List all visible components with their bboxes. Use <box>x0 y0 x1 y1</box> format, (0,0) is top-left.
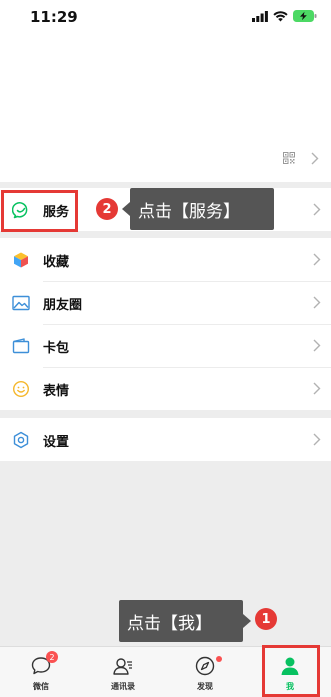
menu-label-stickers: 表情 <box>43 384 70 399</box>
status-time: 11:29 <box>30 8 78 26</box>
step-1-badge: 1 <box>255 608 277 630</box>
tab-label-contacts: 通讯录 <box>111 682 135 691</box>
menu-item-card-wallet[interactable]: 卡包 <box>0 324 331 367</box>
card-wallet-icon <box>12 338 30 354</box>
notification-dot <box>216 656 222 662</box>
chevron-right-icon <box>311 152 319 165</box>
menu-item-stickers[interactable]: 表情 <box>0 367 331 410</box>
chevron-right-icon <box>313 253 321 266</box>
menu-label-favorites: 收藏 <box>43 255 70 270</box>
battery-charging-icon <box>293 10 317 22</box>
tab-label-chats: 微信 <box>33 682 49 691</box>
compass-icon <box>195 656 215 676</box>
menu-label-settings: 设置 <box>43 435 70 450</box>
menu-item-settings[interactable]: 设置 <box>0 418 331 461</box>
step-1-callout-text: 点击【我】 <box>127 613 212 634</box>
tab-label-discover: 发现 <box>197 682 213 691</box>
moments-icon <box>12 295 30 311</box>
callout-arrow <box>122 202 130 216</box>
contacts-icon <box>113 658 132 675</box>
signal-icon <box>252 10 268 22</box>
chevron-right-icon <box>313 296 321 309</box>
menu-item-favorites[interactable]: 收藏 <box>0 238 331 281</box>
step-2-callout: 点击【服务】 <box>122 188 274 230</box>
callout-arrow <box>243 614 251 628</box>
services-highlight-box <box>1 190 78 232</box>
settings-group: 设置 <box>0 418 331 461</box>
profile-area[interactable] <box>0 36 331 182</box>
tab-contacts[interactable]: 通讯录 <box>82 647 164 697</box>
chevron-right-icon <box>313 203 321 216</box>
status-icons <box>252 10 317 22</box>
menu-label-card-wallet: 卡包 <box>43 341 70 356</box>
menu-label-moments: 朋友圈 <box>43 298 83 313</box>
status-bar: 11:29 <box>0 0 331 36</box>
tab-discover[interactable]: 发现 <box>164 647 246 697</box>
tab-chats[interactable]: 2 微信 <box>0 647 82 697</box>
qr-code-icon[interactable] <box>283 152 295 164</box>
menu-item-moments[interactable]: 朋友圈 <box>0 281 331 324</box>
sticker-icon <box>12 380 30 398</box>
gear-icon <box>13 431 29 449</box>
step-2-callout-text: 点击【服务】 <box>138 201 240 222</box>
wifi-icon <box>273 10 288 21</box>
chevron-right-icon <box>313 339 321 352</box>
chevron-right-icon <box>313 382 321 395</box>
step-1-callout: 点击【我】 <box>119 600 251 642</box>
favorites-icon <box>14 252 28 268</box>
unread-badge: 2 <box>46 651 58 663</box>
step-2-badge: 2 <box>96 198 118 220</box>
me-tab-highlight-box <box>262 645 320 697</box>
collection-group: 收藏 朋友圈 卡包 表情 <box>0 238 331 410</box>
chevron-right-icon <box>313 433 321 446</box>
